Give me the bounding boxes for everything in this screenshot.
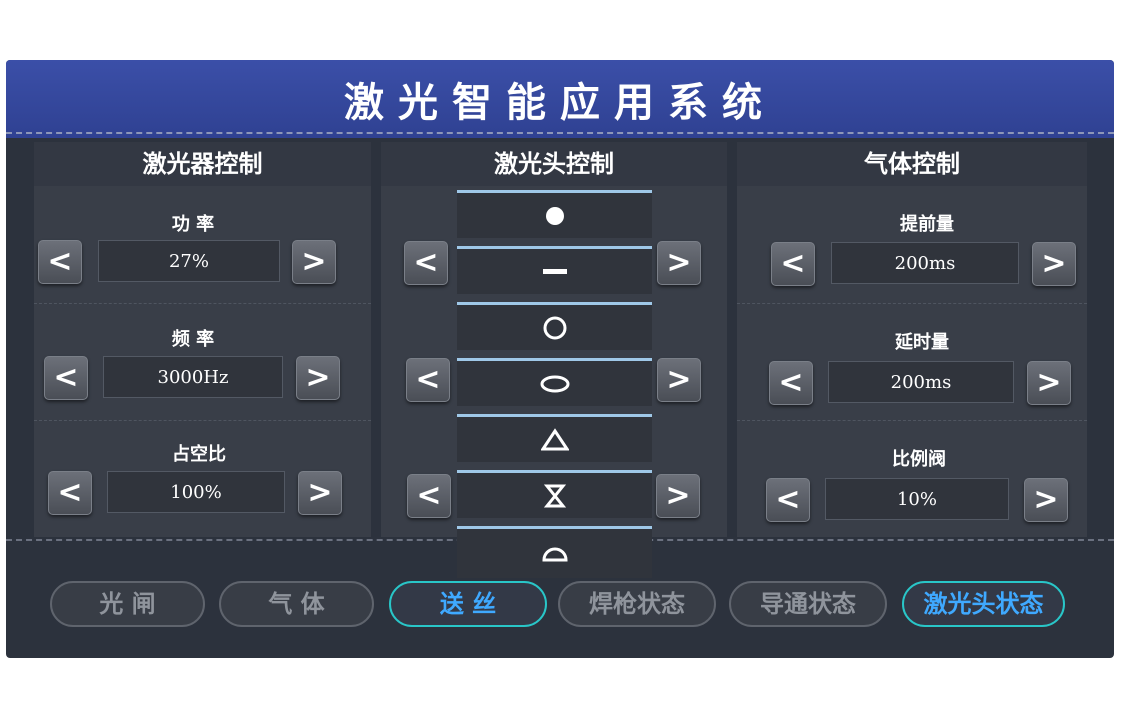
advance-decrease-button[interactable]: <: [771, 242, 815, 286]
mode-hourglass[interactable]: [457, 470, 652, 518]
head-mode-prev-button-3[interactable]: <: [407, 474, 451, 518]
duty-decrease-button[interactable]: <: [48, 471, 92, 515]
valve-increase-button[interactable]: >: [1024, 478, 1068, 522]
frequency-label: 频 率: [171, 329, 215, 350]
delay-decrease-button[interactable]: <: [769, 361, 813, 405]
power-increase-button[interactable]: >: [292, 240, 336, 284]
title-divider: [6, 132, 1114, 134]
app-title: 激光智能应用系统: [344, 79, 776, 126]
mode-triangle[interactable]: [457, 414, 652, 462]
torch-status-button[interactable]: 焊枪状态: [558, 581, 716, 627]
power-value[interactable]: 27%: [98, 240, 280, 282]
ellipse-icon: [540, 375, 569, 392]
frequency-increase-button[interactable]: >: [296, 356, 340, 400]
head-mode-next-button-2[interactable]: >: [657, 358, 701, 402]
valve-decrease-button[interactable]: <: [766, 478, 810, 522]
dot-icon: [545, 206, 564, 225]
duty-value[interactable]: 100%: [107, 471, 285, 513]
duty-label: 占空比: [172, 444, 226, 465]
mode-ellipse[interactable]: [457, 358, 652, 406]
gas-button[interactable]: 气 体: [219, 581, 374, 627]
valve-value[interactable]: 10%: [825, 478, 1009, 520]
mode-semicircle[interactable]: [457, 526, 652, 578]
head-mode-next-button[interactable]: >: [657, 241, 701, 285]
conduct-status-button[interactable]: 导通状态: [729, 581, 887, 627]
delay-label: 延时量: [895, 332, 949, 353]
row-separator: [34, 303, 371, 304]
power-label: 功 率: [171, 214, 215, 235]
advance-value[interactable]: 200ms: [831, 242, 1019, 284]
laser-control-header: 激光器控制: [34, 142, 371, 186]
delay-increase-button[interactable]: >: [1027, 361, 1071, 405]
semicircle-icon: [541, 547, 568, 561]
head-mode-prev-button[interactable]: <: [404, 241, 448, 285]
row-separator: [34, 420, 371, 421]
mode-dot[interactable]: [457, 190, 652, 238]
circle-icon: [543, 316, 566, 339]
triangle-icon: [540, 427, 569, 450]
shutter-button[interactable]: 光 闸: [50, 581, 205, 627]
advance-increase-button[interactable]: >: [1032, 242, 1076, 286]
title-bar: 激光智能应用系统: [6, 60, 1114, 138]
duty-increase-button[interactable]: >: [298, 471, 342, 515]
line-icon: [542, 268, 567, 274]
head-status-button[interactable]: 激光头状态: [902, 581, 1065, 627]
mode-line[interactable]: [457, 246, 652, 294]
frequency-decrease-button[interactable]: <: [44, 356, 88, 400]
power-decrease-button[interactable]: <: [38, 240, 82, 284]
head-mode-prev-button-2[interactable]: <: [406, 358, 450, 402]
hmi-screen: 激光智能应用系统 激光器控制 激光头控制 气体控制 功 率 < 27% > 频 …: [6, 60, 1114, 658]
head-mode-next-button-3[interactable]: >: [656, 474, 700, 518]
delay-value[interactable]: 200ms: [828, 361, 1014, 403]
row-separator: [737, 420, 1087, 421]
gas-control-header: 气体控制: [737, 142, 1087, 186]
head-control-header: 激光头控制: [381, 142, 727, 186]
valve-label: 比例阀: [892, 449, 946, 470]
mode-circle[interactable]: [457, 302, 652, 350]
wire-feed-button[interactable]: 送 丝: [389, 581, 547, 627]
advance-label: 提前量: [900, 214, 954, 235]
hourglass-icon: [543, 484, 566, 507]
frequency-value[interactable]: 3000Hz: [103, 356, 283, 398]
row-separator: [737, 303, 1087, 304]
